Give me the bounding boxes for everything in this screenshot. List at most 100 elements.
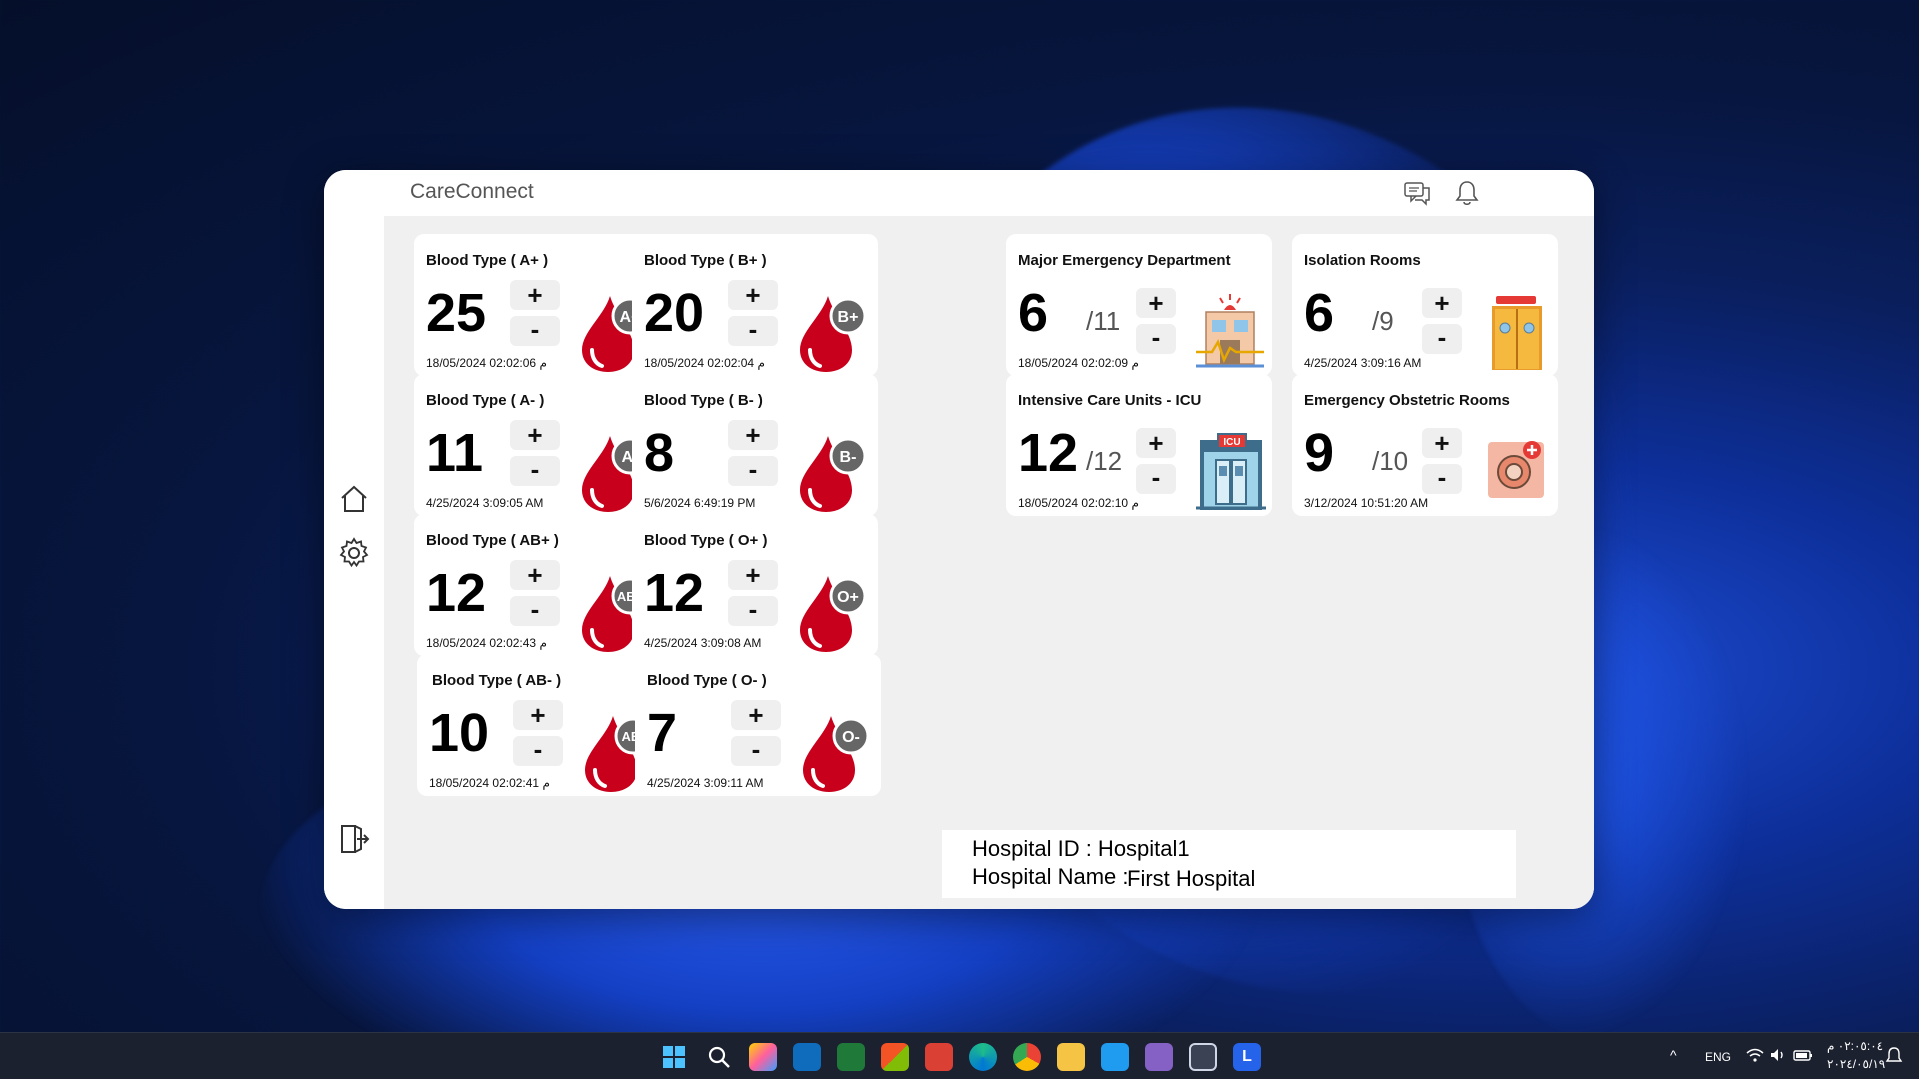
copilot-icon[interactable] [749, 1043, 777, 1071]
increment-button[interactable]: + [728, 420, 778, 450]
blood-card-title: Blood Type ( AB+ ) [426, 532, 559, 549]
windows-taskbar: L ^ ENG ٠٢:٠٥:٠٤ م ٢٠٢٤/٠٥/١٩ [0, 1032, 1919, 1079]
edge-icon[interactable] [969, 1043, 997, 1071]
app-window-icon[interactable] [1189, 1043, 1217, 1071]
increment-button[interactable]: + [1136, 288, 1176, 318]
blood-drop-icon: B- [800, 436, 867, 512]
todoist-icon[interactable] [925, 1043, 953, 1071]
increment-button[interactable]: + [1422, 428, 1462, 458]
notification-center-icon[interactable] [1884, 1045, 1904, 1065]
chrome-icon[interactable] [1013, 1043, 1041, 1071]
decrement-button[interactable]: - [510, 596, 560, 626]
sidebar [324, 216, 384, 909]
last-updated: 3/12/2024 10:51:20 AM [1304, 496, 1429, 510]
store-icon[interactable] [881, 1043, 909, 1071]
last-updated: 18/05/2024 02:02:06 م [426, 356, 547, 370]
settings-gear-icon[interactable] [337, 536, 371, 570]
home-icon[interactable] [337, 482, 371, 516]
room-card-title: Emergency Obstetric Rooms [1304, 392, 1510, 409]
blood-card-title: Blood Type ( B- ) [644, 392, 763, 409]
room-card-title: Major Emergency Department [1018, 252, 1231, 269]
last-updated: 18/05/2024 02:02:09 م [1018, 356, 1139, 370]
increment-button[interactable]: + [510, 420, 560, 450]
icu-door-icon: ICU [1196, 433, 1266, 510]
logout-icon[interactable] [337, 822, 371, 856]
emergency-building-icon [1196, 294, 1264, 368]
vscode-icon[interactable] [1101, 1043, 1129, 1071]
blood-drop-icon: O+ [800, 576, 867, 652]
battery-icon[interactable] [1792, 1045, 1814, 1065]
dashboard-content: Blood Type ( A+ ) 25 + - 18/05/2024 02:0… [384, 216, 1594, 909]
decrement-button[interactable]: - [510, 316, 560, 346]
room-occupied-count: 6 [1018, 283, 1049, 343]
clock-time[interactable]: ٠٢:٠٥:٠٤ م [1827, 1039, 1883, 1053]
decrement-button[interactable]: - [728, 456, 778, 486]
blood-count: 10 [429, 703, 490, 763]
blood-card-title: Blood Type ( A+ ) [426, 252, 549, 269]
increment-button[interactable]: + [728, 560, 778, 590]
blood-card-o-pos: Blood Type ( O+ ) 12 + - 4/25/2024 3:09:… [632, 514, 878, 656]
blood-card-b-neg: Blood Type ( B- ) 8 + - 5/6/2024 6:49:19… [632, 374, 878, 516]
decrement-button[interactable]: - [728, 596, 778, 626]
wifi-icon[interactable] [1745, 1045, 1765, 1065]
blood-count: 8 [644, 423, 675, 483]
file-explorer-icon[interactable] [1057, 1043, 1085, 1071]
blood-count: 12 [644, 563, 705, 623]
decrement-button[interactable]: - [728, 316, 778, 346]
decrement-button[interactable]: - [1422, 464, 1462, 494]
blood-card-b-pos: Blood Type ( B+ ) 20 + - 18/05/2024 02:0… [632, 234, 878, 376]
blood-card-title: Blood Type ( AB- ) [432, 672, 562, 689]
increment-button[interactable]: + [728, 280, 778, 310]
l-app-icon[interactable]: L [1233, 1043, 1261, 1071]
room-capacity: /10 [1372, 446, 1409, 476]
clion-icon[interactable] [837, 1043, 865, 1071]
room-card-icu: Intensive Care Units - ICU 12 /12 + - 18… [1006, 374, 1272, 516]
last-updated: 18/05/2024 02:02:04 م [644, 356, 765, 370]
blood-card-o-neg: Blood Type ( O- ) 7 + - 4/25/2024 3:09:1… [635, 654, 881, 796]
visual-studio-icon[interactable] [1145, 1043, 1173, 1071]
language-indicator[interactable]: ENG [1705, 1050, 1731, 1064]
increment-button[interactable]: + [513, 700, 563, 730]
blood-type-badge: O+ [837, 589, 859, 606]
room-capacity: /9 [1372, 306, 1394, 336]
decrement-button[interactable]: - [510, 456, 560, 486]
decrement-button[interactable]: - [1136, 324, 1176, 354]
windows-start-icon[interactable] [660, 1043, 688, 1071]
search-icon[interactable] [705, 1043, 733, 1071]
room-occupied-count: 12 [1018, 423, 1079, 483]
decrement-button[interactable]: - [1136, 464, 1176, 494]
blood-card-title: Blood Type ( O- ) [647, 672, 767, 689]
room-capacity: /12 [1086, 446, 1123, 476]
decrement-button[interactable]: - [1422, 324, 1462, 354]
isolation-door-icon [1492, 296, 1542, 370]
title-bar: CareConnect [324, 170, 1594, 216]
volume-icon[interactable] [1768, 1045, 1788, 1065]
increment-button[interactable]: + [1422, 288, 1462, 318]
blood-card-a-pos: Blood Type ( A+ ) 25 + - 18/05/2024 02:0… [414, 234, 660, 376]
increment-button[interactable]: + [510, 560, 560, 590]
chat-icon[interactable] [1402, 178, 1432, 208]
room-occupied-count: 6 [1304, 283, 1335, 343]
increment-button[interactable]: + [731, 700, 781, 730]
notification-bell-icon[interactable] [1452, 178, 1482, 208]
room-card-obstetric: Emergency Obstetric Rooms 9 /10 + - 3/12… [1292, 374, 1558, 516]
blood-type-badge: B- [840, 449, 857, 466]
last-updated: 5/6/2024 6:49:19 PM [644, 496, 756, 510]
clock-date[interactable]: ٢٠٢٤/٠٥/١٩ [1827, 1057, 1885, 1071]
room-card-isolation: Isolation Rooms 6 /9 + - 4/25/2024 3:09:… [1292, 234, 1558, 376]
last-updated: 4/25/2024 3:09:16 AM [1304, 356, 1422, 370]
hospital-id: Hospital ID : Hospital1 [972, 836, 1190, 861]
decrement-button[interactable]: - [731, 736, 781, 766]
outlook-icon[interactable] [793, 1043, 821, 1071]
decrement-button[interactable]: - [513, 736, 563, 766]
room-card-title: Intensive Care Units - ICU [1018, 392, 1202, 409]
last-updated: 18/05/2024 02:02:10 م [1018, 496, 1139, 510]
hospital-info-panel: Hospital ID : Hospital1 Hospital Name : … [942, 830, 1516, 898]
last-updated: 18/05/2024 02:02:43 م [426, 636, 547, 650]
increment-button[interactable]: + [510, 280, 560, 310]
hospital-name-value: First Hospital [1127, 866, 1256, 891]
blood-card-title: Blood Type ( O+ ) [644, 532, 768, 549]
last-updated: 18/05/2024 02:02:41 م [429, 776, 550, 790]
increment-button[interactable]: + [1136, 428, 1176, 458]
tray-overflow-icon[interactable]: ^ [1670, 1047, 1677, 1063]
